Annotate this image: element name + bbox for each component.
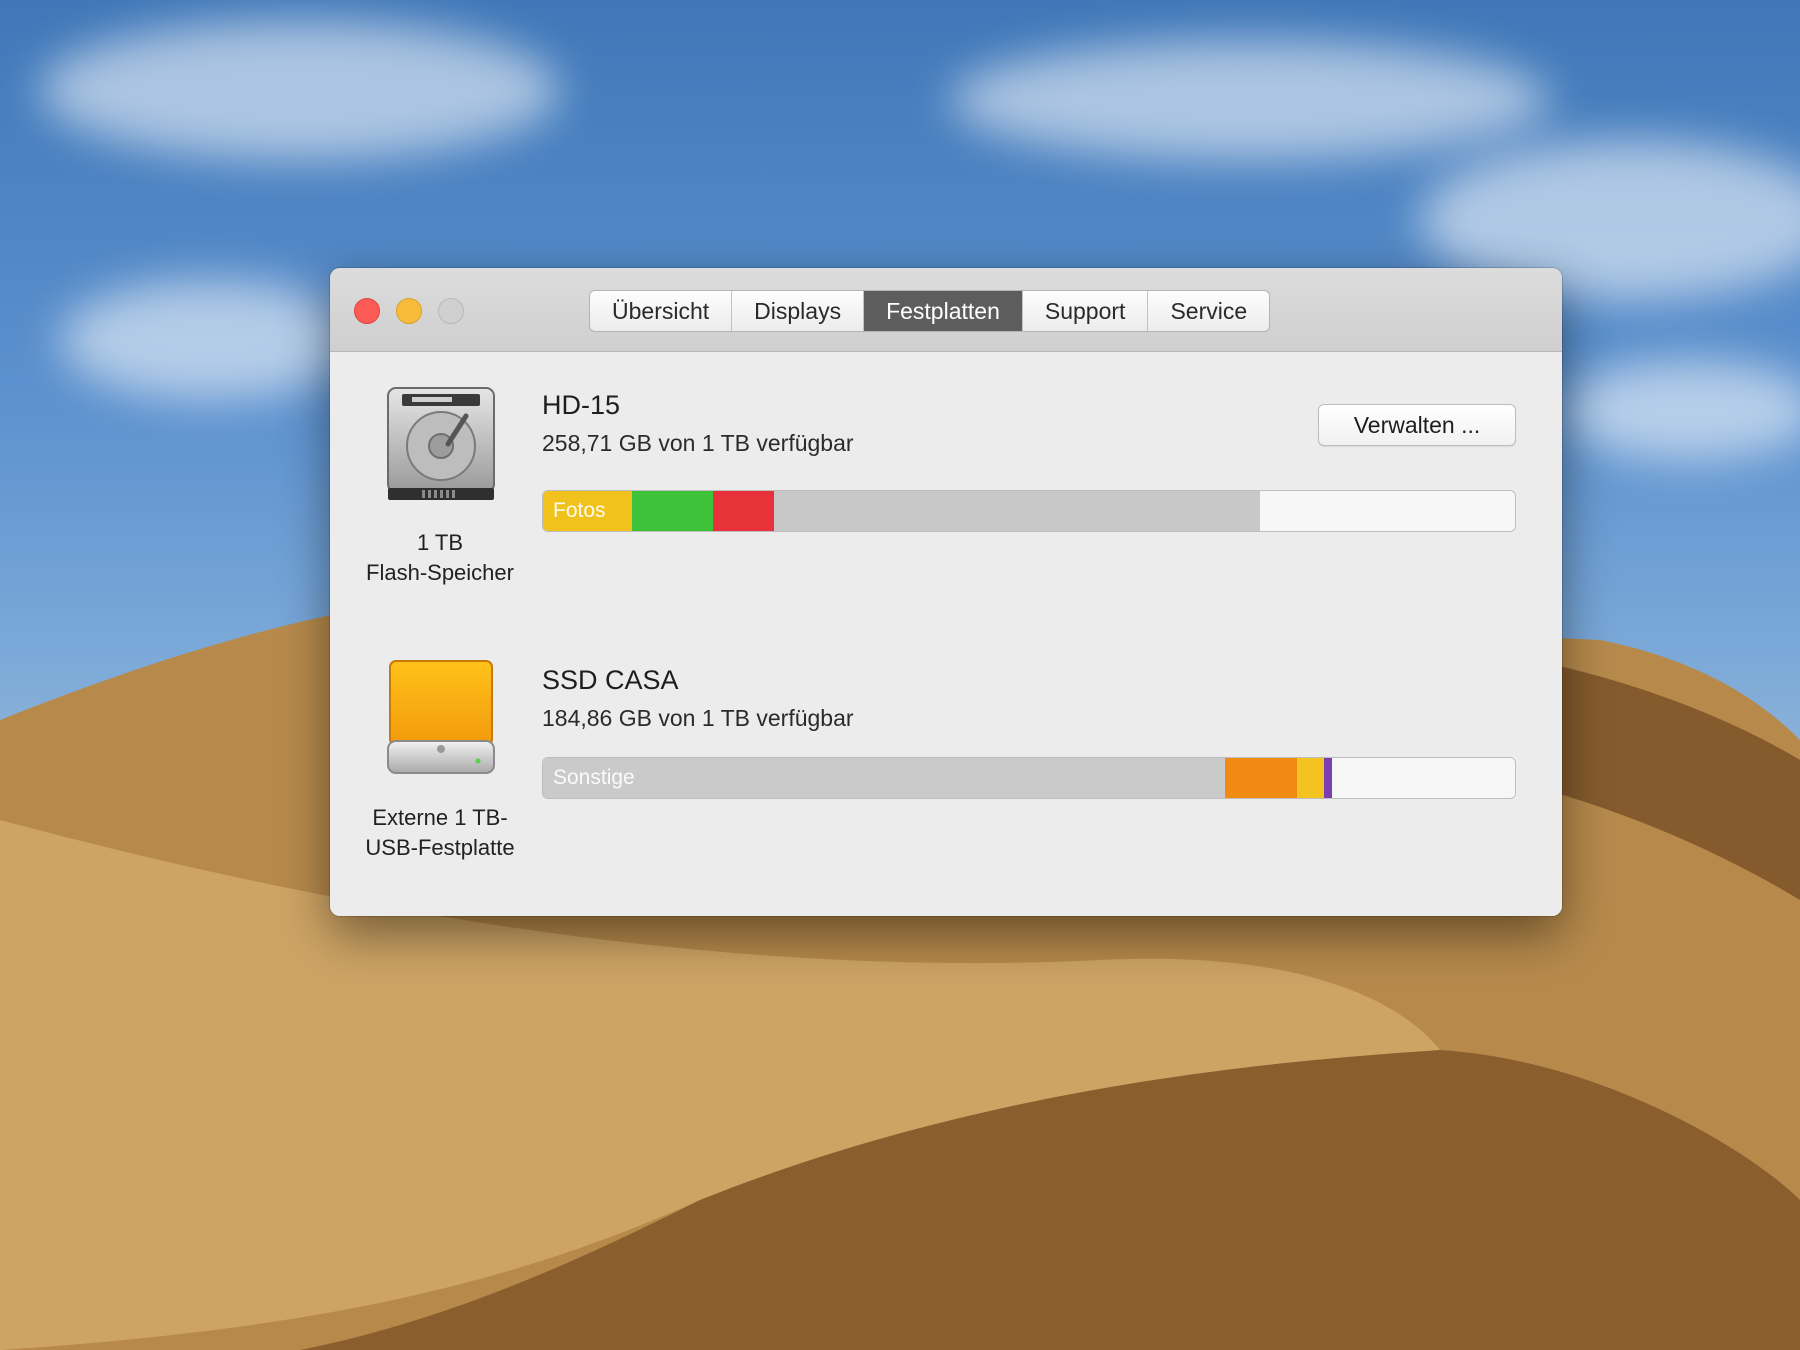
storage-segment[interactable]: Fotos [543,491,633,531]
window-titlebar: Übersicht Displays Festplatten Support S… [330,268,1562,352]
disk-available-text: 184,86 GB von 1 TB verfügbar [542,705,854,731]
storage-usage-bar: Sonstige [542,757,1516,799]
storage-segment[interactable] [1260,491,1515,531]
external-usb-drive-icon [382,657,500,781]
storage-segment[interactable] [1332,758,1515,798]
storage-segment[interactable] [713,491,775,531]
about-this-mac-window: Übersicht Displays Festplatten Support S… [330,268,1562,916]
tab-bar: Übersicht Displays Festplatten Support S… [589,290,1271,332]
disk-available-text: 258,71 GB von 1 TB verfügbar [542,430,854,456]
disk-row-ssd-casa: Externe 1 TB- USB-Festplatte SSD CASA 18… [330,627,1562,897]
storage-segment[interactable]: Sonstige [543,758,1226,798]
storage-segment[interactable] [1225,758,1298,798]
disk-name: SSD CASA [542,665,679,695]
disk-row-hd-15: 1 TB Flash-Speicher HD-15 258,71 GB von … [330,352,1562,622]
manage-storage-button[interactable]: Verwalten ... [1318,404,1516,446]
disk-capacity-caption: Externe 1 TB- USB-Festplatte [340,803,540,863]
disk-caption-line1: 1 TB [416,530,464,555]
disk-capacity-caption: 1 TB Flash-Speicher [340,528,540,588]
tab-displays[interactable]: Displays [732,291,865,331]
storage-segment[interactable] [1324,758,1333,798]
disk-caption-line2: USB-Festplatte [365,835,515,860]
internal-hard-drive-icon [382,382,500,506]
storage-usage-bar: Fotos [542,490,1516,532]
disk-caption-line2: Flash-Speicher [366,560,514,585]
zoom-window-button[interactable] [438,298,464,324]
tab-festplatten[interactable]: Festplatten [864,291,1023,331]
storage-segment[interactable] [632,491,714,531]
storage-segment[interactable] [774,491,1261,531]
disk-name: HD-15 [542,390,621,420]
tab-support[interactable]: Support [1023,291,1149,331]
minimize-window-button[interactable] [396,298,422,324]
close-window-button[interactable] [354,298,380,324]
tab-uebersicht[interactable]: Übersicht [590,291,733,331]
disk-caption-line1: Externe 1 TB- [372,805,508,830]
tab-service[interactable]: Service [1148,291,1269,331]
storage-segment-label: Sonstige [553,766,635,789]
storage-segment-label: Fotos [553,499,606,522]
storage-segment[interactable] [1297,758,1325,798]
storage-panel: 1 TB Flash-Speicher HD-15 258,71 GB von … [330,352,1562,916]
